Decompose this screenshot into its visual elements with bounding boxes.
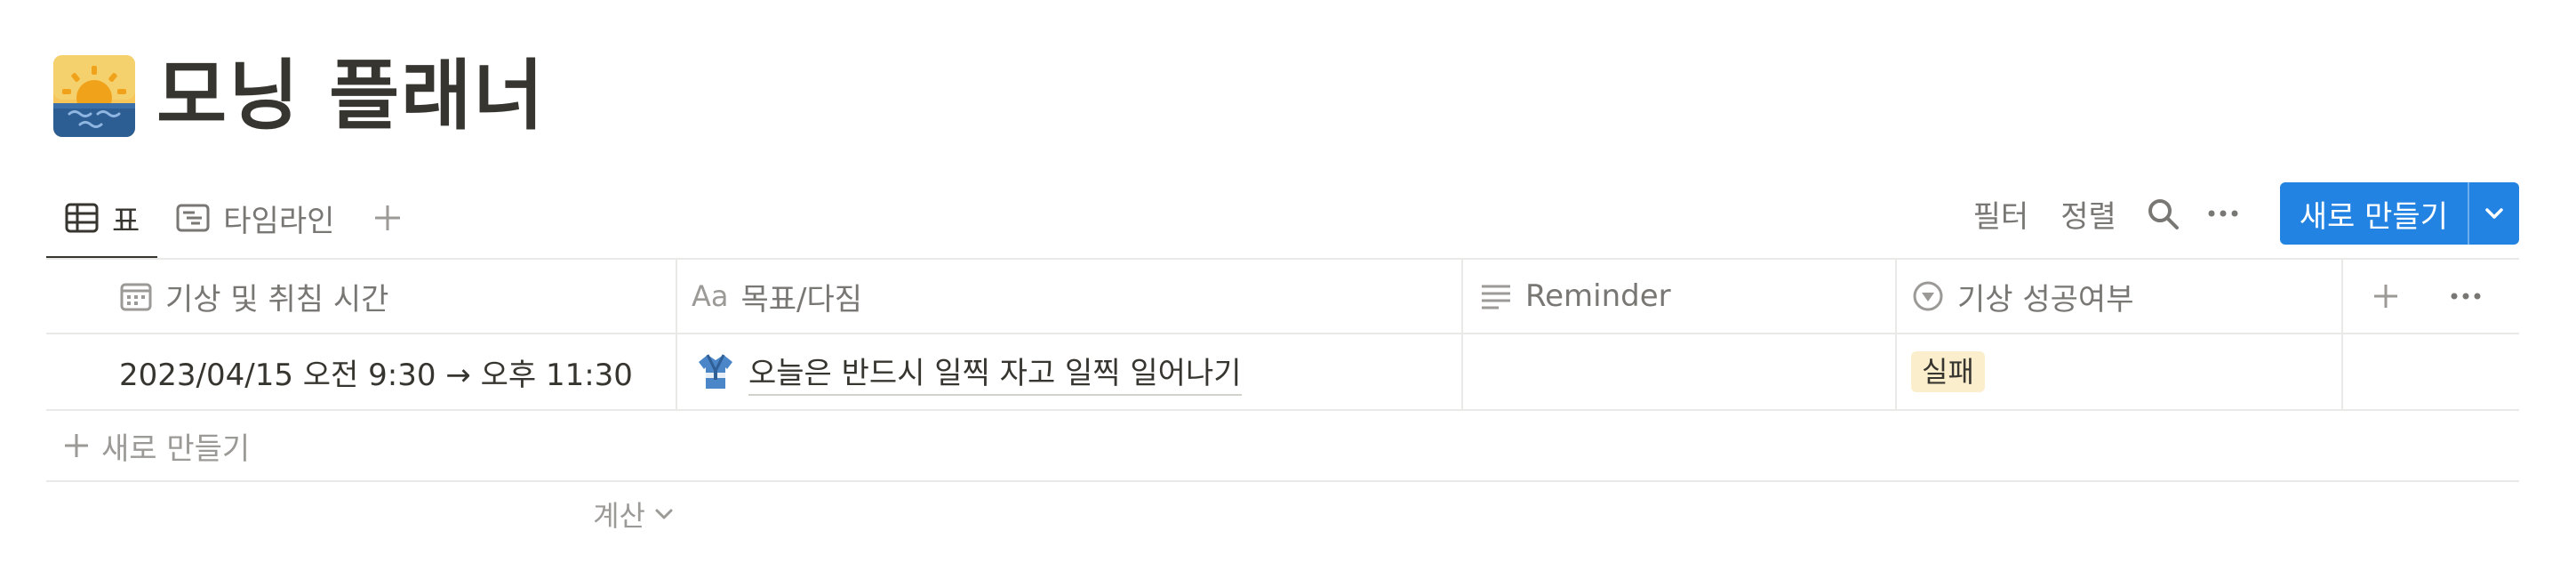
new-button-group: 새로 만들기 bbox=[2279, 182, 2519, 245]
more-options-button[interactable] bbox=[2198, 189, 2248, 238]
date-range-value: 2023/04/15 오전 9:30 → 오후 11:30 bbox=[119, 357, 633, 393]
column-divider bbox=[2341, 258, 2343, 409]
tab-label: 타임라인 bbox=[223, 203, 335, 239]
text-lines-icon bbox=[1482, 285, 1510, 310]
plus-icon bbox=[65, 434, 88, 457]
new-row-label: 새로 만들기 bbox=[101, 430, 251, 467]
column-header-goal[interactable]: Aa 목표/다짐 bbox=[692, 260, 1456, 333]
more-icon bbox=[2451, 293, 2481, 300]
sort-button[interactable]: 정렬 bbox=[2044, 192, 2132, 236]
column-header-label: 기상 성공여부 bbox=[1957, 281, 2134, 318]
page-title[interactable]: 모닝 플래너 bbox=[156, 58, 546, 134]
tab-timeline[interactable]: 타임라인 bbox=[157, 178, 352, 258]
search-icon bbox=[2148, 199, 2179, 229]
date-cell[interactable]: 2023/04/15 오전 9:30 → 오후 11:30 bbox=[119, 334, 670, 409]
views-bar: 표 타임라인 필터 정렬 새로 만들기 bbox=[46, 178, 2519, 260]
plus-icon bbox=[2374, 285, 2397, 308]
reminder-cell[interactable] bbox=[1463, 334, 1895, 409]
add-column-button[interactable] bbox=[2350, 260, 2421, 333]
column-header-label: Reminder bbox=[1525, 278, 1671, 314]
column-divider bbox=[676, 258, 677, 409]
new-row-button[interactable]: 새로 만들기 bbox=[62, 411, 507, 480]
page-header: 모닝 플래너 bbox=[53, 55, 546, 137]
title-aa-icon: Aa bbox=[692, 279, 729, 313]
column-options-button[interactable] bbox=[2430, 260, 2501, 333]
more-icon bbox=[2208, 210, 2238, 217]
chevron-down-icon bbox=[2485, 208, 2503, 219]
sunrise-over-water-icon[interactable] bbox=[53, 55, 135, 137]
filter-button[interactable]: 필터 bbox=[1957, 192, 2045, 236]
toolbar: 필터 정렬 새로 만들기 bbox=[1957, 181, 2519, 245]
column-header-reminder[interactable]: Reminder bbox=[1479, 260, 1888, 333]
new-dropdown-button[interactable] bbox=[2468, 182, 2519, 245]
column-header-label: 목표/다짐 bbox=[740, 281, 863, 318]
plus-icon bbox=[375, 205, 401, 230]
column-header-date[interactable]: 기상 및 취침 시간 bbox=[119, 260, 670, 333]
status-badge: 실패 bbox=[1911, 350, 1985, 393]
calculate-button[interactable]: 계산 bbox=[560, 487, 676, 541]
tab-table[interactable]: 표 bbox=[46, 178, 158, 260]
status-cell[interactable]: 실패 bbox=[1911, 334, 2338, 409]
new-button[interactable]: 새로 만들기 bbox=[2280, 182, 2468, 245]
calendar-icon bbox=[120, 283, 152, 311]
table-icon bbox=[65, 203, 99, 233]
add-view-button[interactable] bbox=[361, 191, 414, 245]
new-row-bottom-border bbox=[46, 480, 2519, 482]
goal-title-link[interactable]: 오늘은 반드시 일찍 자고 일찍 일어나기 bbox=[748, 349, 1242, 396]
judo-uniform-icon bbox=[699, 354, 732, 389]
column-header-status[interactable]: 기상 성공여부 bbox=[1911, 260, 2338, 333]
timeline-icon bbox=[176, 204, 210, 232]
search-button[interactable] bbox=[2138, 189, 2188, 238]
goal-cell[interactable]: 오늘은 반드시 일찍 자고 일찍 일어나기 bbox=[697, 334, 1458, 409]
column-header-label: 기상 및 취침 시간 bbox=[165, 281, 389, 318]
column-divider bbox=[1895, 258, 1897, 409]
calculate-label: 계산 bbox=[593, 499, 645, 533]
chevron-down-icon bbox=[655, 509, 673, 519]
page: 모닝 플래너 표 타임라인 필터 정렬 새로 만들기 기상 및 취침 시간 Aa… bbox=[0, 0, 2576, 587]
tab-label: 표 bbox=[112, 203, 140, 239]
view-tabs: 표 타임라인 bbox=[46, 178, 414, 260]
select-icon bbox=[1913, 281, 1943, 311]
